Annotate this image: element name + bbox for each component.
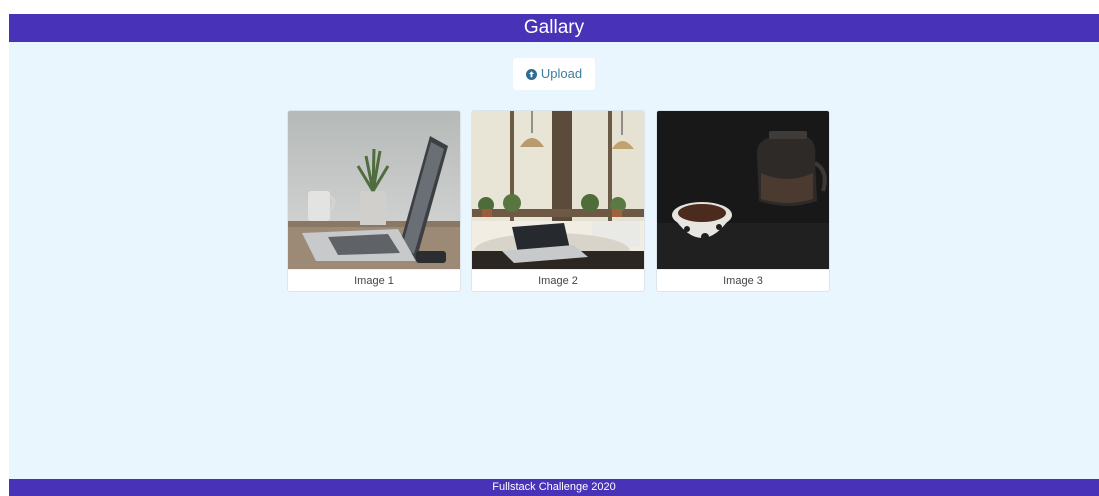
page-footer: Fullstack Challenge 2020 xyxy=(9,479,1099,496)
gallery-caption: Image 3 xyxy=(657,269,829,291)
gallery-caption: Image 2 xyxy=(472,269,644,291)
gallery-image-workspace xyxy=(472,111,644,269)
gallery-card[interactable]: Image 2 xyxy=(471,110,645,292)
gallery-image-laptop xyxy=(288,111,460,269)
upload-button[interactable]: Upload xyxy=(513,58,595,90)
upload-circle-icon xyxy=(525,68,537,80)
page-title: Gallary xyxy=(523,17,585,38)
page-frame: Gallary Upload Image 1 Image 2 Image 3 F… xyxy=(9,14,1099,496)
upload-button-label: Upload xyxy=(540,66,583,81)
footer-text: Fullstack Challenge 2020 xyxy=(492,481,616,493)
gallery-caption: Image 1 xyxy=(288,269,460,291)
page-header: Gallary xyxy=(9,14,1099,42)
gallery-card[interactable]: Image 3 xyxy=(656,110,830,292)
gallery-image-coffee xyxy=(657,111,829,269)
gallery-card[interactable]: Image 1 xyxy=(287,110,461,292)
